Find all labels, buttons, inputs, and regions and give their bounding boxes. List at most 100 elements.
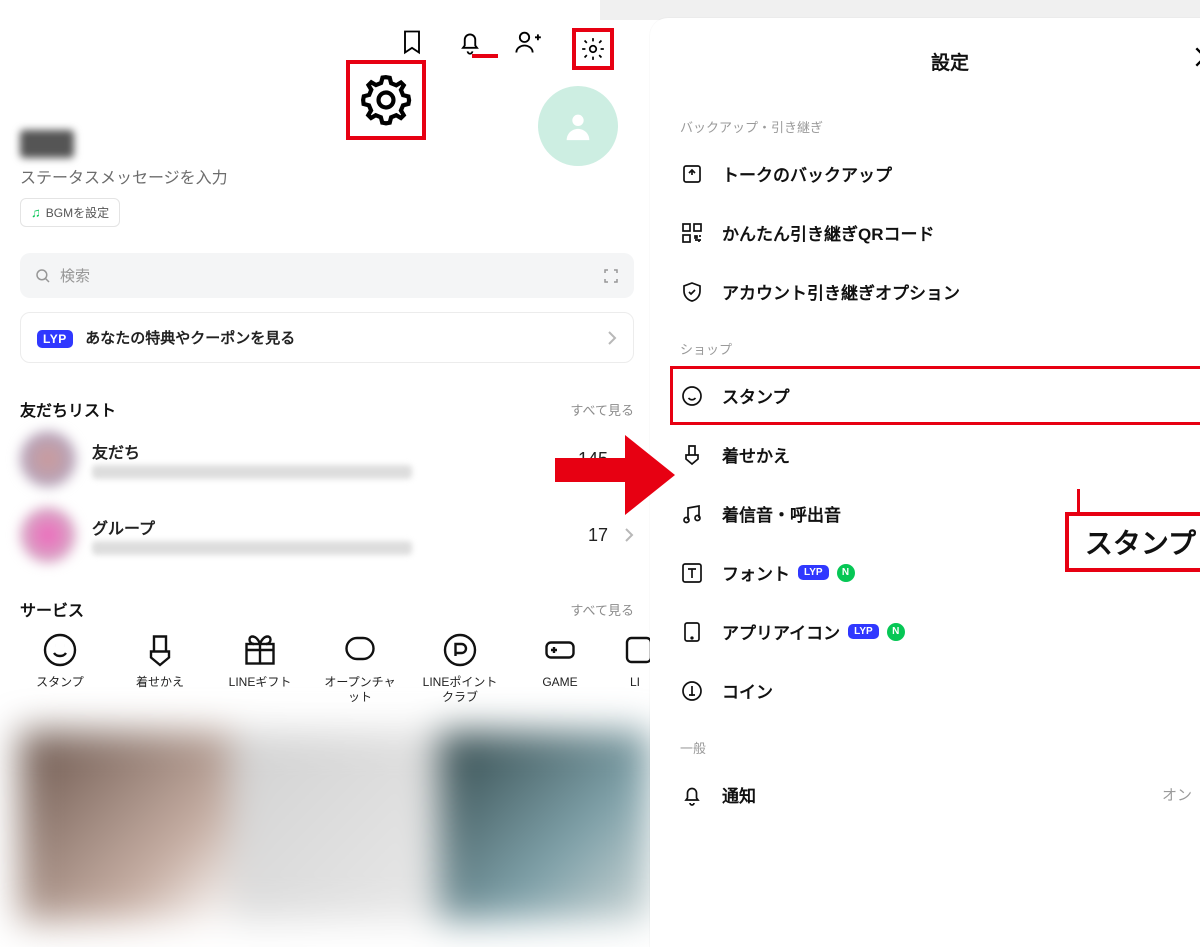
brush-icon (680, 443, 704, 467)
row-label: スタンプ (722, 383, 1192, 408)
service-theme[interactable]: 着せかえ (120, 631, 200, 705)
brush-icon (142, 632, 178, 668)
close-icon[interactable] (1192, 44, 1200, 70)
row-account-transfer[interactable]: アカウント引き継ぎオプション (670, 262, 1200, 321)
friends-section-header: 友だちリスト すべて見る (20, 397, 634, 421)
search-placeholder: 検索 (60, 265, 90, 286)
chat-icon (342, 632, 378, 668)
service-stamp[interactable]: スタンプ (20, 631, 100, 705)
arrow-annotation (555, 430, 675, 520)
row-stamp[interactable]: スタンプ (670, 366, 1200, 425)
section-backup-label: バックアップ・引き継ぎ (670, 99, 1200, 144)
row-appicon[interactable]: アプリアイコン LYP N (670, 602, 1200, 661)
row-qr-transfer[interactable]: かんたん引き継ぎQRコード (670, 203, 1200, 262)
services-see-all[interactable]: すべて見る (570, 600, 634, 619)
row-notification[interactable]: 通知 オン (670, 765, 1200, 824)
row-value: オン (1162, 784, 1192, 805)
search-bar[interactable]: 検索 (20, 253, 634, 298)
section-general-label: 一般 (670, 720, 1200, 765)
row-coin[interactable]: コイン (670, 661, 1200, 720)
smile-icon (680, 384, 704, 408)
content-cards-blurred (20, 731, 650, 921)
lyp-mini-badge: LYP (848, 624, 879, 639)
backup-icon (680, 162, 704, 186)
service-label: GAME (520, 675, 600, 690)
gear-icon-large (358, 72, 414, 128)
gear-icon[interactable] (580, 36, 606, 62)
right-rounded-bg (600, 0, 1200, 20)
settings-header: 設定 (670, 40, 1200, 99)
bgm-chip-label: BGMを設定 (46, 204, 109, 221)
qr-icon (680, 221, 704, 245)
row-label: アプリアイコン LYP N (722, 619, 1192, 644)
new-badge: N (837, 564, 855, 582)
row-subtitle-blurred (92, 541, 412, 555)
coin-icon (680, 679, 704, 703)
new-badge: N (887, 623, 905, 641)
row-label: かんたん引き継ぎQRコード (722, 220, 1192, 245)
lyp-mini-badge: LYP (798, 565, 829, 580)
services-title: サービス (20, 597, 84, 621)
row-name: グループ (92, 515, 572, 539)
chevron-right-icon (624, 527, 634, 543)
section-shop-label: ショップ (670, 321, 1200, 366)
search-icon (34, 267, 52, 285)
scan-icon[interactable] (602, 267, 620, 285)
row-label: コイン (722, 678, 1192, 703)
bgm-chip[interactable]: ♫ BGMを設定 (20, 198, 120, 227)
service-cutoff[interactable]: LI (620, 631, 650, 705)
gamepad-icon (542, 632, 578, 668)
smile-icon (42, 632, 78, 668)
gear-highlight-box (572, 28, 614, 70)
service-label: LINEギフト (220, 675, 300, 690)
services-section-header: サービス すべて見る (20, 597, 634, 621)
service-game[interactable]: GAME (520, 631, 600, 705)
point-icon (442, 632, 478, 668)
service-label: オープンチャット (320, 675, 400, 705)
friends-see-all[interactable]: すべて見る (570, 400, 634, 419)
settings-pane: 設定 バックアップ・引き継ぎ トークのバックアップ かんたん引き継ぎQRコード … (650, 18, 1200, 947)
lyp-banner[interactable]: LYP あなたの特典やクーポンを見る (20, 312, 634, 363)
square-icon (621, 632, 650, 668)
chevron-right-icon (607, 330, 617, 346)
row-talk-backup[interactable]: トークのバックアップ (670, 144, 1200, 203)
bell-icon[interactable] (456, 28, 484, 56)
settings-title: 設定 (931, 48, 969, 75)
bell-icon (680, 783, 704, 807)
service-openchat[interactable]: オープンチャット (320, 631, 400, 705)
lyp-badge: LYP (37, 330, 73, 348)
avatar[interactable] (538, 86, 618, 166)
music-icon (680, 502, 704, 526)
user-name-redacted (20, 130, 74, 158)
service-label: LINEポイントクラブ (420, 675, 500, 705)
service-label: スタンプ (20, 675, 100, 690)
row-label: 着せかえ (722, 442, 1192, 467)
add-friend-icon[interactable] (514, 28, 542, 56)
appicon-icon (680, 620, 704, 644)
music-note-icon: ♫ (31, 205, 41, 220)
service-gift[interactable]: LINEギフト (220, 631, 300, 705)
friends-row[interactable]: 友だち 145 (20, 431, 634, 487)
service-pointclub[interactable]: LINEポイントクラブ (420, 631, 500, 705)
row-name: 友だち (92, 439, 562, 463)
row-count: 17 (588, 525, 608, 546)
row-theme[interactable]: 着せかえ (670, 425, 1200, 484)
groups-row[interactable]: グループ 17 (20, 507, 634, 563)
status-message[interactable]: ステータスメッセージを入力 (20, 164, 650, 188)
row-label: トークのバックアップ (722, 161, 1192, 186)
friends-title: 友だちリスト (20, 397, 116, 421)
bookmark-icon[interactable] (398, 28, 426, 56)
avatar-placeholder-icon (561, 109, 595, 143)
shield-icon (680, 280, 704, 304)
row-label: アカウント引き継ぎオプション (722, 279, 1192, 304)
annotation-connector (472, 54, 498, 58)
font-icon (680, 561, 704, 585)
top-icons (20, 14, 650, 70)
row-subtitle-blurred (92, 465, 412, 479)
services-grid: スタンプ 着せかえ LINEギフト オープンチャット LINEポイントクラブ G… (20, 631, 650, 705)
avatar-blurred (20, 431, 76, 487)
lyp-banner-text: あなたの特典やクーポンを見る (85, 330, 295, 347)
row-label: 通知 (722, 782, 1144, 807)
stamp-callout: スタンプ (1065, 512, 1200, 572)
gear-zoom-callout (346, 60, 426, 140)
